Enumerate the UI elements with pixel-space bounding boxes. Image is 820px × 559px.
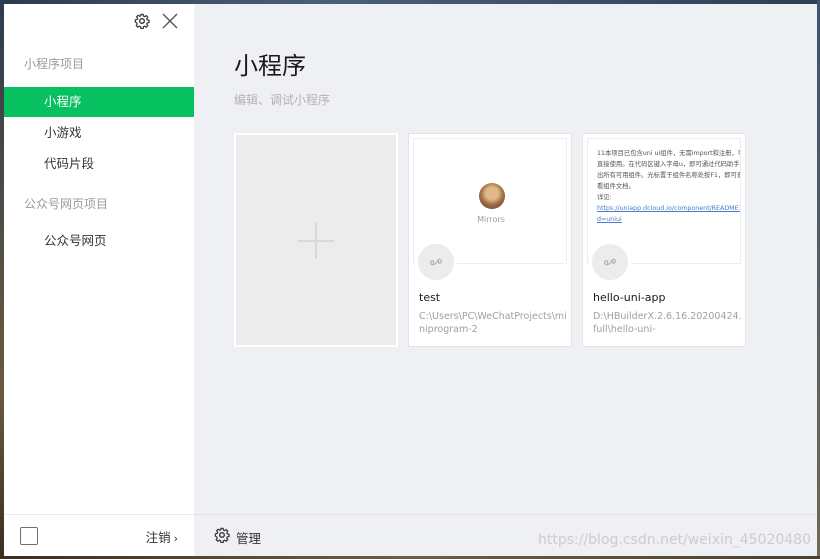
checkbox[interactable] <box>20 527 38 545</box>
preview-author: Mirrors <box>477 215 505 224</box>
page-subtitle: 编辑、调试小程序 <box>234 93 331 107</box>
section-title-miniprogram-projects: 小程序项目 <box>24 57 85 71</box>
project-path: C:\Users\PC\WeChatProjects\miniprogram-2 <box>419 311 567 335</box>
avatar <box>479 183 505 209</box>
sidebar-item-miniprogram[interactable]: 小程序 <box>4 87 194 117</box>
project-path: D:\HBuilderX.2.6.16.20200424.full\hello-… <box>593 311 742 335</box>
logout-button[interactable]: 注销 › <box>146 527 178 546</box>
sidebar-footer: 注销 › <box>4 514 194 556</box>
watermark: https://blog.csdn.net/weixin_45020480 <box>537 532 811 548</box>
preview-text: 11本项目已包含uni ui组件，无需import和注册，可直接使用。在代码区键… <box>597 150 741 190</box>
settings-gear-icon[interactable] <box>134 13 152 31</box>
chevron-right-icon: › <box>173 532 178 545</box>
window-controls <box>134 12 190 34</box>
project-card-test[interactable]: Mirrors test C:\Users\PC\WeChatProjects\… <box>408 133 572 347</box>
preview-doc-text: 11本项目已包含uni ui组件，无需import和注册，可直接使用。在代码区键… <box>597 148 741 225</box>
manage-label: 管理 <box>236 531 262 546</box>
main-panel: 小程序 编辑、调试小程序 Mirrors test C:\Users\PC\We… <box>194 4 817 556</box>
miniprogram-logo-icon <box>589 241 631 283</box>
add-project-card[interactable] <box>234 133 398 347</box>
plus-icon <box>315 223 317 259</box>
preview-link: https://uniapp.dcloud.io/component/READM… <box>597 205 741 223</box>
project-name: hello-uni-app <box>593 291 666 304</box>
main-footer: 管理 https://blog.csdn.net/weixin_45020480 <box>194 514 817 556</box>
sidebar-item-official-account-web[interactable]: 公众号网页 <box>4 226 194 256</box>
section-title-official-account-projects: 公众号网页项目 <box>24 197 109 211</box>
gear-icon <box>214 527 230 543</box>
sidebar-item-code-snippets[interactable]: 代码片段 <box>4 149 194 179</box>
wechat-devtools-window: 小程序项目 小程序 小游戏 代码片段 公众号网页项目 公众号网页 注销 › 小程序… <box>4 4 817 556</box>
page-title: 小程序 <box>234 52 306 80</box>
miniprogram-logo-icon <box>415 241 457 283</box>
project-name: test <box>419 291 441 304</box>
sidebar-item-minigame[interactable]: 小游戏 <box>4 118 194 148</box>
logout-label: 注销 <box>145 530 171 545</box>
sidebar: 小程序项目 小程序 小游戏 代码片段 公众号网页项目 公众号网页 注销 › <box>4 4 194 556</box>
preview-detail-label: 详见: <box>597 194 612 201</box>
close-icon[interactable] <box>161 12 181 32</box>
project-card-hello-uni-app[interactable]: 11本项目已包含uni ui组件，无需import和注册，可直接使用。在代码区键… <box>582 133 746 347</box>
